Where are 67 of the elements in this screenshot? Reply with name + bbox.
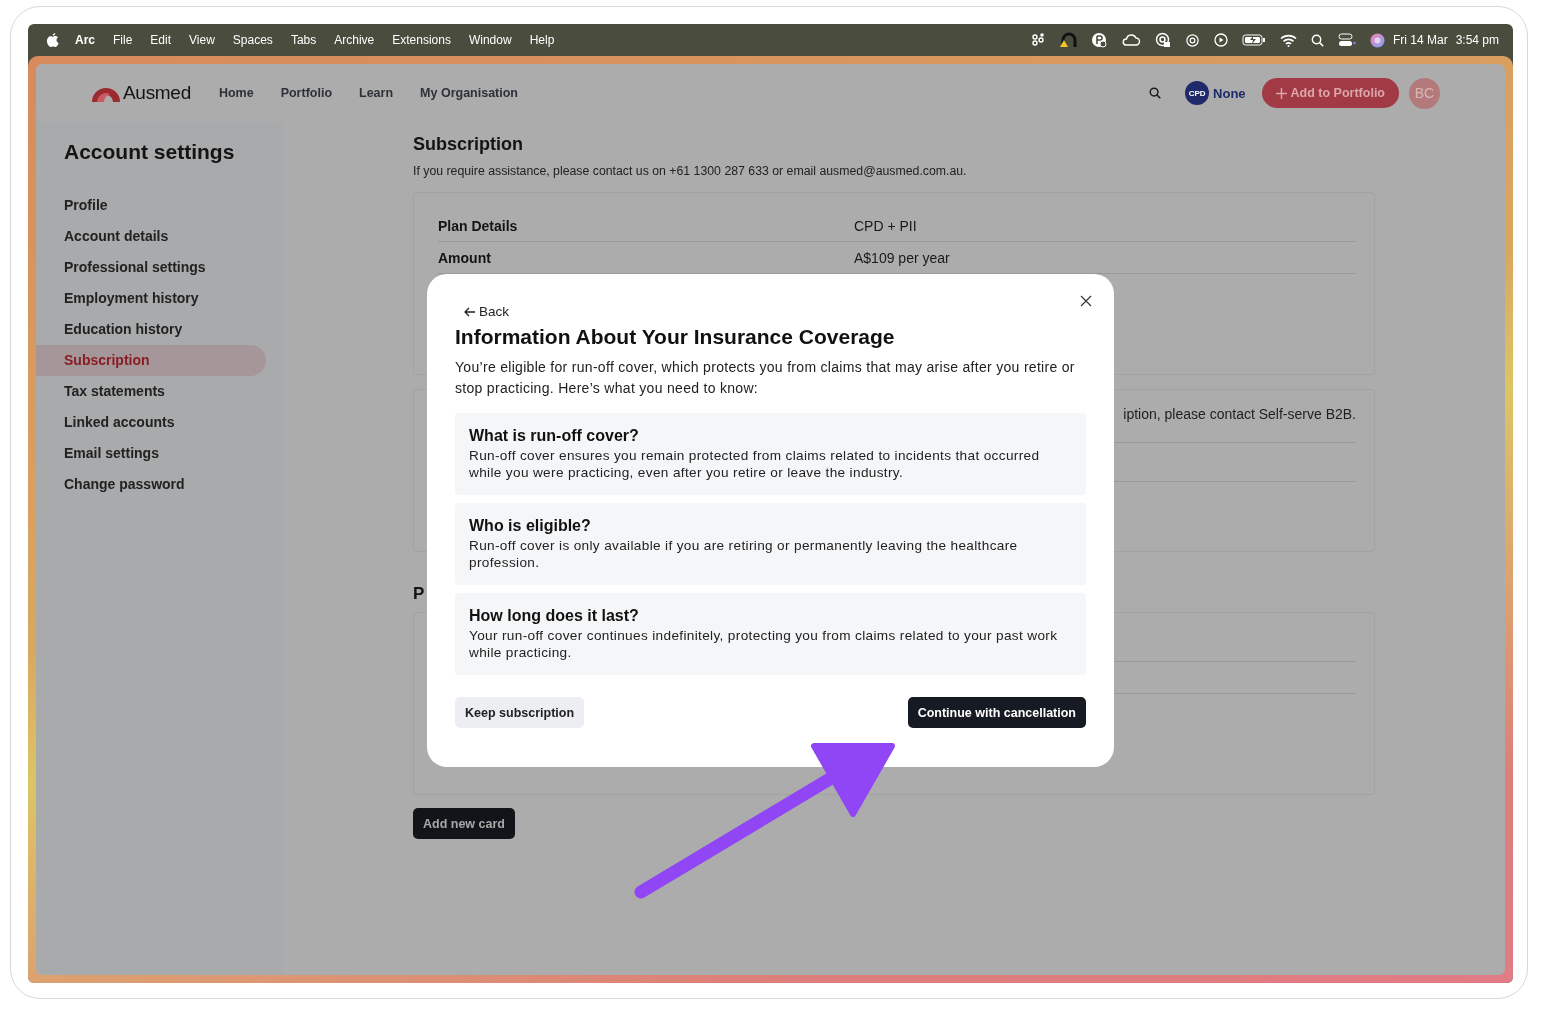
cpd-status[interactable]: None <box>1213 85 1246 101</box>
menu-bar-date[interactable]: Fri 14 Mar <box>1392 33 1448 47</box>
nav-link[interactable]: Portfolio <box>280 86 333 100</box>
arch-warning-icon[interactable] <box>1058 32 1077 48</box>
dots-icon[interactable] <box>1030 33 1045 47</box>
plus-icon <box>1275 87 1287 99</box>
sidebar-item[interactable]: Tax statements <box>36 376 266 407</box>
wifi-icon[interactable] <box>1279 33 1297 47</box>
nav-link[interactable]: Learn <box>359 86 394 100</box>
knot-icon[interactable] <box>1184 32 1200 48</box>
menu-bar-time[interactable]: 3:54 pm <box>1455 33 1499 47</box>
close-icon[interactable] <box>1080 295 1092 307</box>
menu-item[interactable]: Archive <box>334 33 375 47</box>
info-text: Run-off cover is only available if you are retiring or permanently leaving the healthcare profession. <box>469 537 1019 571</box>
row-value: CPD + PII <box>854 217 917 234</box>
notice-text: iption, please contact Self-serve B2B. <box>1123 406 1356 424</box>
sidebar-item[interactable]: Professional settings <box>36 252 266 283</box>
add-card-button[interactable]: Add new card <box>413 808 515 839</box>
section-title: Subscription <box>413 134 524 155</box>
orb-icon[interactable] <box>1369 32 1385 48</box>
modal-intro: You’re eligible for run-off cover, which protects you from claims that may arise after you retire or stop practicing. Here’s what you need to know: <box>455 358 1076 398</box>
menu-item[interactable]: Tabs <box>290 33 317 47</box>
apple-icon[interactable] <box>46 32 59 48</box>
sidebar-item[interactable]: Linked accounts <box>36 407 266 438</box>
logo-wordmark[interactable]: Ausmed <box>123 84 191 102</box>
menu-item[interactable]: Extensions <box>392 33 451 47</box>
battery-icon[interactable] <box>1241 34 1266 46</box>
menu-item[interactable]: Spaces <box>232 33 273 47</box>
sidebar-item[interactable]: Email settings <box>36 438 266 469</box>
search-icon[interactable] <box>1149 87 1162 99</box>
menu-item[interactable]: Window <box>468 33 512 47</box>
keep-subscription-button[interactable]: Keep subscription <box>455 697 585 728</box>
section-title: P <box>413 584 426 604</box>
back-link[interactable]: Back <box>455 304 509 319</box>
menu-item[interactable]: File <box>113 33 133 47</box>
arrow-left-icon <box>464 306 476 317</box>
info-text: Your run-off cover continues indefinitely, protecting you from claims related to your past work while practicing. <box>469 627 1059 661</box>
info-heading: Who is eligible? <box>469 517 592 535</box>
cpd-badge: CPD <box>1185 81 1210 105</box>
toggles-icon[interactable] <box>1337 33 1356 47</box>
play-icon[interactable] <box>1213 33 1228 47</box>
row-value: A$109 per year <box>854 249 950 266</box>
sidebar-item[interactable]: Change password <box>36 469 266 500</box>
menu-app-name[interactable]: Arc <box>75 33 95 47</box>
sidebar-item[interactable]: Education history <box>36 314 266 345</box>
info-heading: How long does it last? <box>469 607 640 625</box>
info-heading: What is run-off cover? <box>469 427 640 445</box>
sidebar-item[interactable]: Profile <box>36 190 266 221</box>
info-text: Run-off cover ensures you remain protected from claims related to incidents that occurred while you were practicing, even after you retire or leave the industry. <box>469 447 1041 481</box>
nav-link[interactable]: My Organisation <box>420 86 518 100</box>
badge-check-icon[interactable] <box>1090 32 1107 48</box>
menu-item[interactable]: Edit <box>150 33 172 47</box>
sidebar-item[interactable]: Account details <box>36 221 266 252</box>
sidebar-item[interactable]: Employment history <box>36 283 266 314</box>
row-label: Plan Details <box>438 217 519 234</box>
ring-lock-icon[interactable] <box>1154 32 1171 48</box>
nav-link[interactable]: Home <box>218 86 254 100</box>
assistance-note: If you require assistance, please contact us on +61 1300 287 633 or email ausmed@ausmed.com.au. <box>413 164 968 178</box>
menu-item[interactable]: View <box>189 33 215 47</box>
sidebar-title: Account settings <box>63 140 236 164</box>
logo-arch-icon[interactable] <box>92 86 120 102</box>
continue-cancellation-button[interactable]: Continue with cancellation <box>907 697 1086 728</box>
menu-item[interactable]: Help <box>529 33 555 47</box>
row-label: Amount <box>438 249 492 266</box>
modal-title: Information About Your Insurance Coverage <box>455 325 896 349</box>
cloud-icon[interactable] <box>1120 33 1141 47</box>
search-icon[interactable] <box>1310 33 1324 47</box>
